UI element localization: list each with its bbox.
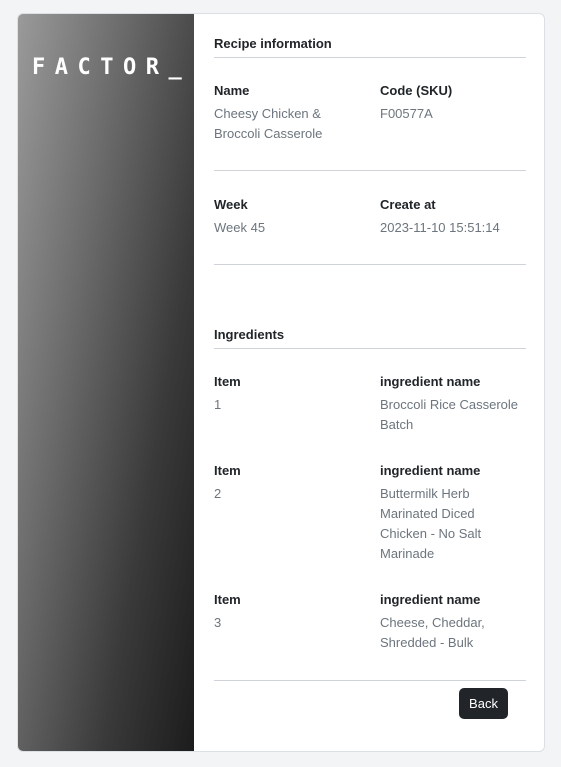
ingredient-name-label: ingredient name xyxy=(380,592,481,607)
brand-panel: FACTOR_ xyxy=(18,14,194,751)
name-label: Name xyxy=(214,83,250,98)
ingredient-item-number: 2 xyxy=(214,486,222,501)
recipe-details: Recipe information Name Cheesy Chicken &… xyxy=(214,14,526,751)
ingredient-item-label: Item xyxy=(214,463,241,478)
created-value: 2023-11-10 15:51:14 xyxy=(380,220,500,235)
divider xyxy=(214,348,526,349)
ingredients-title: Ingredients xyxy=(214,327,285,342)
ingredient-item-label: Item xyxy=(214,374,241,389)
factor-logo: FACTOR_ xyxy=(32,55,192,80)
ingredient-name-label: ingredient name xyxy=(380,463,481,478)
ingredient-name: Buttermilk Herb Marinated Diced Chicken … xyxy=(380,486,482,561)
name-value: Cheesy Chicken & Broccoli Casserole xyxy=(214,106,323,141)
ingredient-item-number: 1 xyxy=(214,397,222,412)
code-value: F00577A xyxy=(380,106,433,121)
ingredient-item-label: Item xyxy=(214,592,241,607)
back-button[interactable]: Back xyxy=(459,688,508,719)
ingredient-name-label: ingredient name xyxy=(380,374,481,389)
recipe-info-title: Recipe information xyxy=(214,36,332,51)
week-label: Week xyxy=(214,197,248,212)
week-value: Week 45 xyxy=(214,220,266,235)
ingredient-name: Broccoli Rice Casserole Batch xyxy=(380,397,518,432)
created-label: Create at xyxy=(380,197,436,212)
code-label: Code (SKU) xyxy=(380,83,453,98)
recipe-card: FACTOR_ Recipe information Name Cheesy C… xyxy=(17,13,545,752)
ingredient-item-number: 3 xyxy=(214,615,222,630)
divider xyxy=(214,57,526,58)
ingredient-name: Cheese, Cheddar, Shredded - Bulk xyxy=(380,615,485,650)
divider xyxy=(214,170,526,171)
divider xyxy=(214,264,526,265)
divider xyxy=(214,680,526,681)
